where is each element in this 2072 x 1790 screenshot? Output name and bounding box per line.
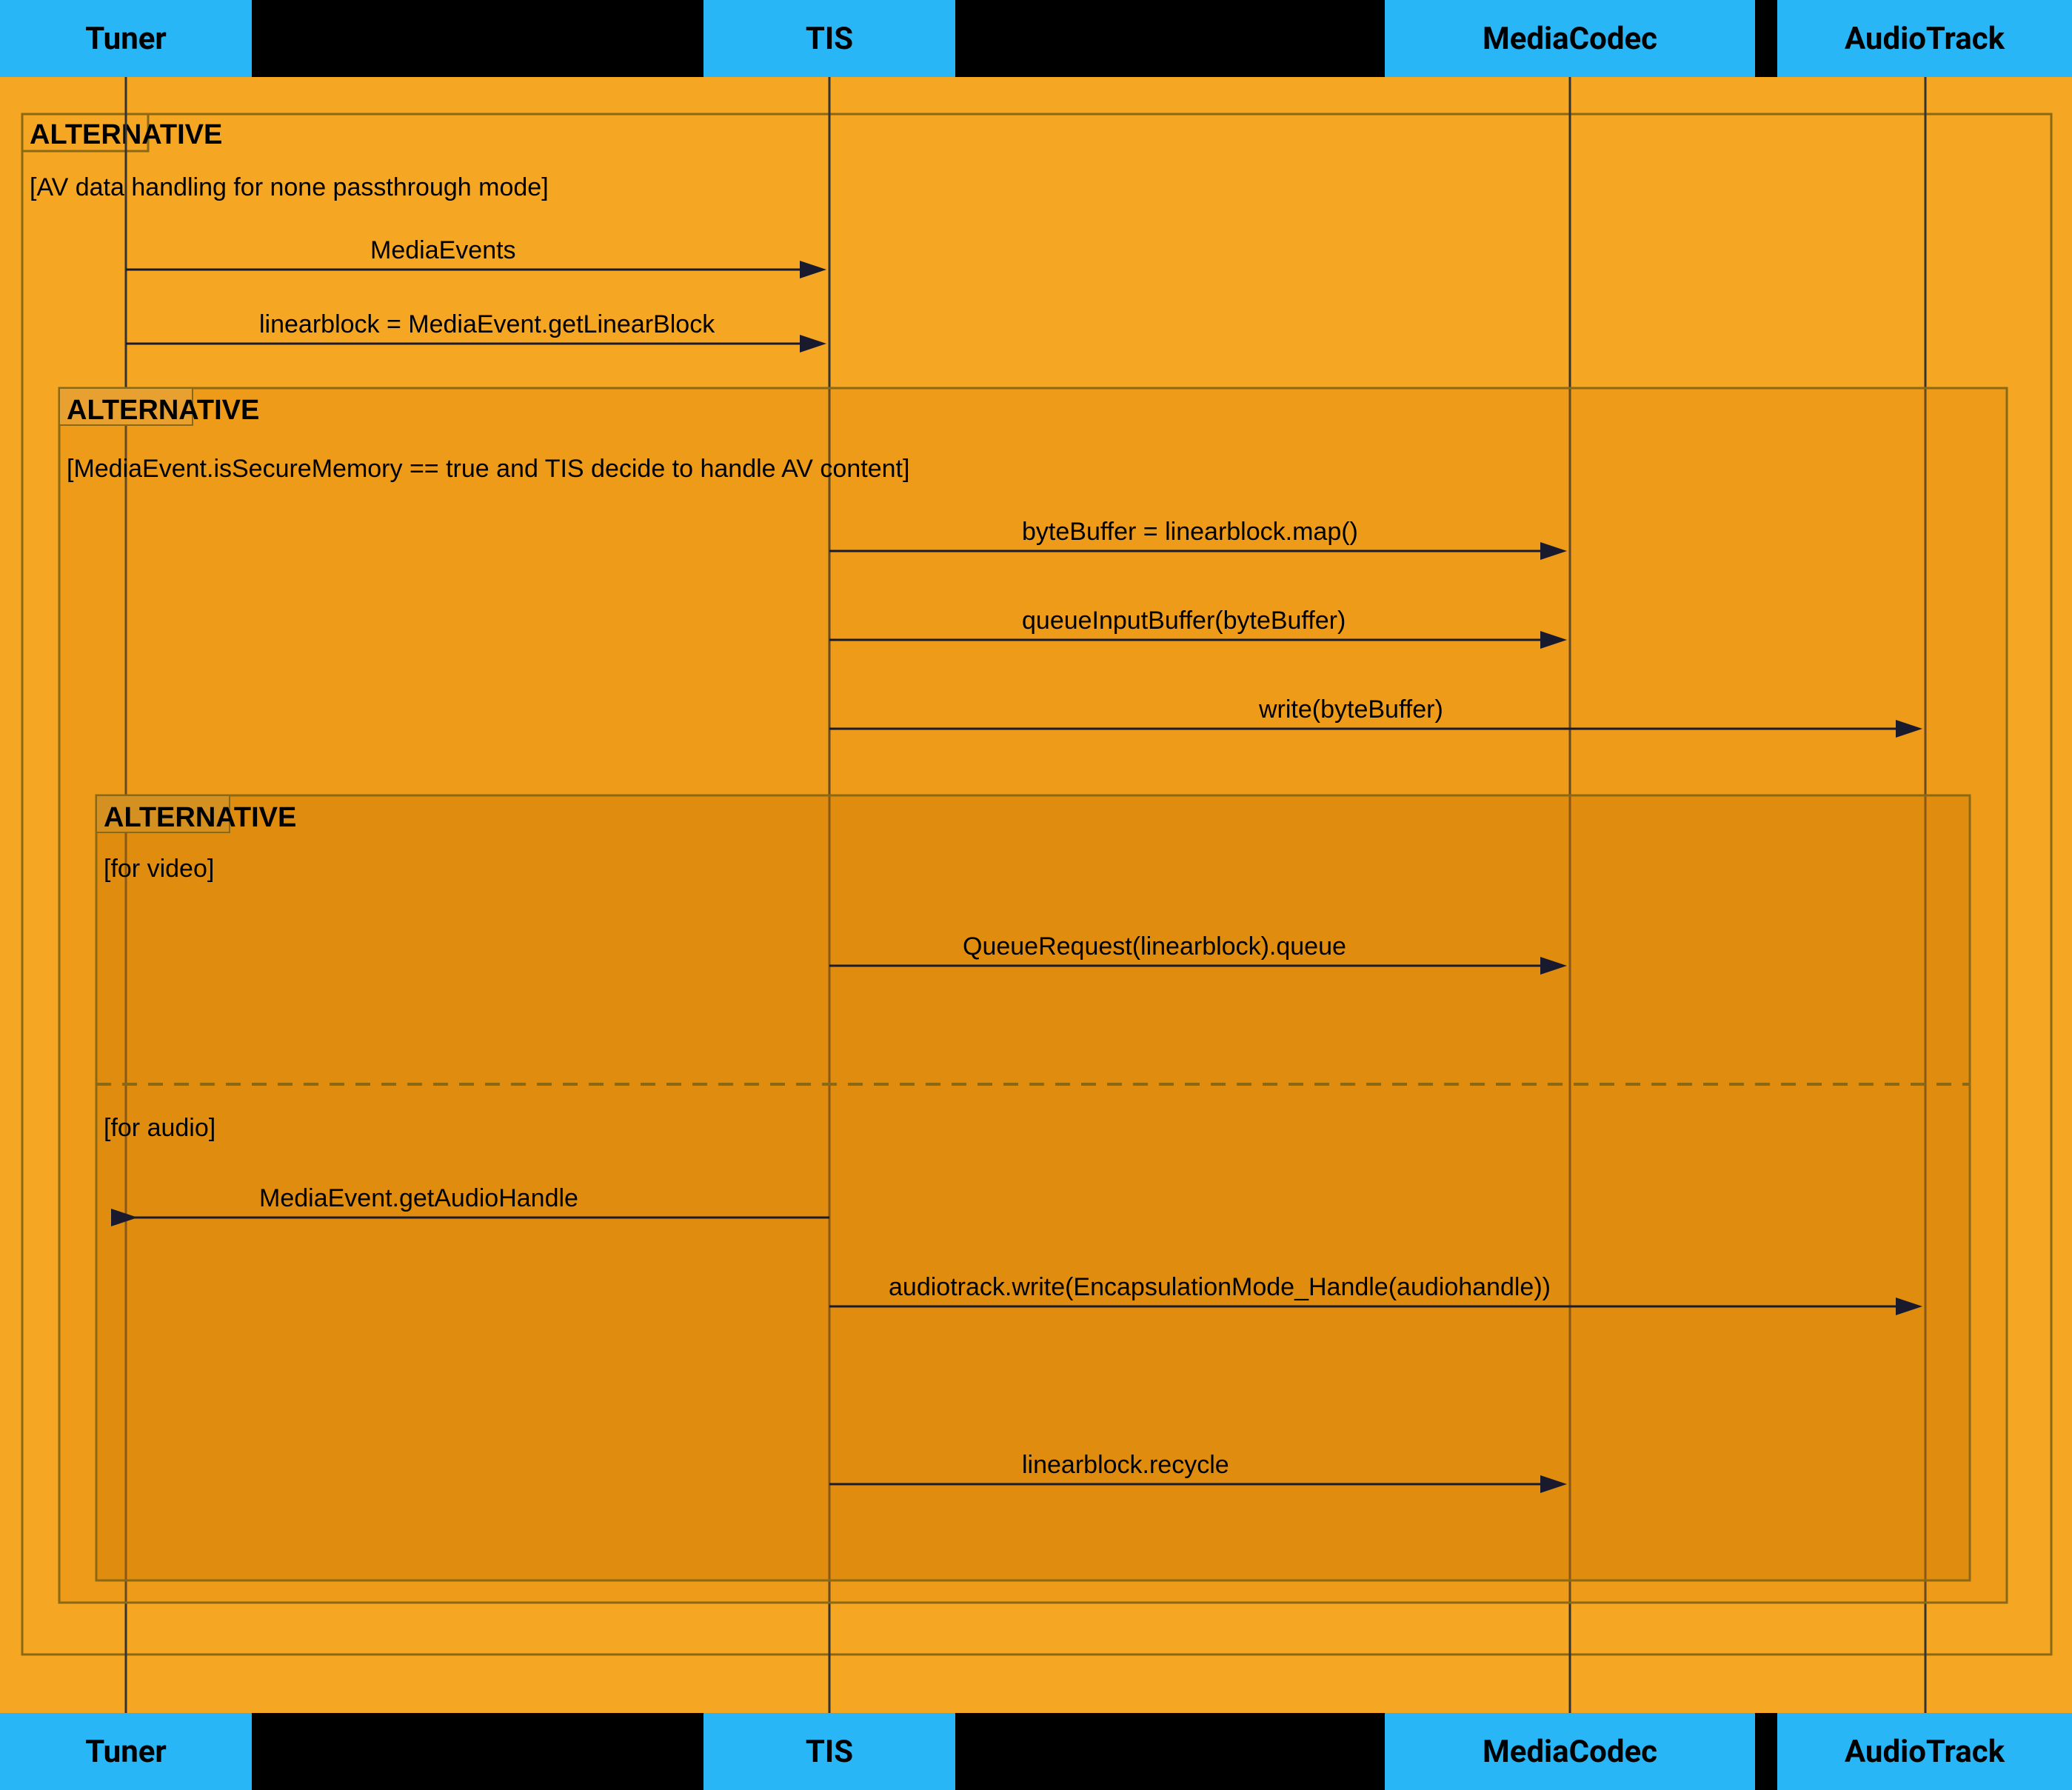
arrow5-label: write(byteBuffer) — [1258, 695, 1443, 724]
lifeline-footer-audiotrack: AudioTrack — [1777, 1713, 2072, 1790]
sequence-diagram-svg: ALTERNATIVE [AV data handling for none p… — [0, 77, 2072, 1713]
mediacodec-label: MediaCodec — [1483, 21, 1657, 57]
arrow3-label: byteBuffer = linearblock.map() — [1022, 518, 1358, 546]
alt2-label: ALTERNATIVE — [67, 395, 259, 426]
alt3-label: ALTERNATIVE — [104, 802, 296, 833]
arrow6-label: QueueRequest(linearblock).queue — [963, 932, 1346, 961]
lifeline-header-tuner: Tuner — [0, 0, 252, 77]
lifeline-header-audiotrack: AudioTrack — [1777, 0, 2072, 77]
alt1-condition: [AV data handling for none passthrough m… — [30, 173, 549, 201]
alt3-condition-video: [for video] — [104, 855, 214, 883]
diagram-area: ALTERNATIVE [AV data handling for none p… — [0, 77, 2072, 1713]
arrow1-label: MediaEvents — [370, 236, 516, 264]
diagram-container: Tuner TIS MediaCodec AudioTrack ALTERNAT — [0, 0, 2072, 1790]
mediacodec-footer-label: MediaCodec — [1483, 1734, 1657, 1770]
lifeline-footer-tuner: Tuner — [0, 1713, 252, 1790]
lifeline-footer-tis: TIS — [704, 1713, 955, 1790]
alt1-label: ALTERNATIVE — [30, 119, 222, 150]
tuner-label: Tuner — [85, 21, 167, 57]
lifeline-header-tis: TIS — [704, 0, 955, 77]
arrow2-label: linearblock = MediaEvent.getLinearBlock — [259, 310, 715, 338]
arrow4-label: queueInputBuffer(byteBuffer) — [1022, 607, 1346, 635]
audiotrack-footer-label: AudioTrack — [1845, 1734, 2005, 1770]
alt3-condition-audio: [for audio] — [104, 1114, 215, 1142]
tis-label: TIS — [806, 21, 853, 57]
lifeline-footer-mediacodec: MediaCodec — [1385, 1713, 1755, 1790]
audiotrack-label: AudioTrack — [1845, 21, 2005, 57]
arrow8-label: audiotrack.write(EncapsulationMode_Handl… — [889, 1273, 1551, 1301]
arrow7-label: MediaEvent.getAudioHandle — [259, 1184, 578, 1212]
lifeline-header-mediacodec: MediaCodec — [1385, 0, 1755, 77]
arrow9-label: linearblock.recycle — [1022, 1451, 1229, 1479]
tuner-footer-label: Tuner — [85, 1734, 167, 1770]
tis-footer-label: TIS — [806, 1734, 853, 1770]
alt2-condition: [MediaEvent.isSecureMemory == true and T… — [67, 455, 909, 483]
